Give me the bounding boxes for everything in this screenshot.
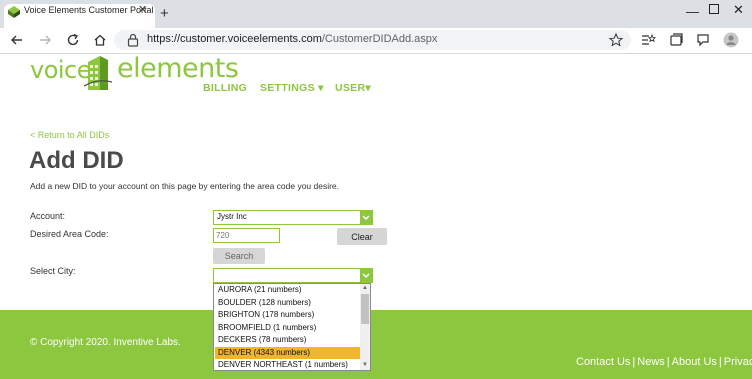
footer-privacy-link[interactable]: Privacy	[724, 356, 752, 368]
city-option[interactable]: BOULDER (128 numbers)	[215, 297, 360, 310]
city-option[interactable]: DENVER NORTHEAST (1 numbers)	[215, 359, 360, 370]
footer-separator: |	[666, 356, 670, 368]
close-tab-icon[interactable]: ✕	[138, 3, 147, 16]
tab-title: Voice Elements Customer Portal	[24, 5, 154, 15]
footer-links: Contact Us|News|About Us|Privacy	[576, 356, 752, 368]
footer-contact-link[interactable]: Contact Us	[576, 356, 630, 368]
page-description: Add a new DID to your account on this pa…	[30, 181, 340, 191]
city-dropdown-list[interactable]: AURORA (21 numbers) BOULDER (128 numbers…	[213, 283, 371, 371]
chevron-down-icon[interactable]	[360, 269, 372, 282]
site-favicon-icon	[8, 6, 20, 18]
new-tab-icon[interactable]: +	[160, 6, 169, 21]
footer-separator: |	[632, 356, 636, 368]
clear-button[interactable]: Clear	[337, 228, 387, 245]
city-option[interactable]: BROOMFIELD (1 numbers)	[215, 322, 360, 335]
account-select[interactable]: Jystr Inc	[213, 210, 373, 225]
nav-billing[interactable]: BILLING	[203, 82, 247, 94]
city-option[interactable]: DECKERS (78 numbers)	[215, 334, 360, 347]
forward-arrow-icon[interactable]	[38, 33, 52, 47]
favorite-star-icon[interactable]	[608, 32, 624, 48]
account-select-value: Jystr Inc	[217, 212, 247, 221]
search-button[interactable]: Search	[213, 248, 265, 264]
footer-about-link[interactable]: About Us	[672, 356, 717, 368]
scroll-up-arrow-icon[interactable]: ▲	[361, 284, 369, 293]
favorites-list-icon[interactable]	[640, 32, 656, 48]
scroll-down-arrow-icon[interactable]: ▼	[361, 361, 369, 370]
nav-user[interactable]: USER▾	[335, 82, 371, 94]
city-select[interactable]	[213, 268, 373, 283]
return-to-dids-link[interactable]: < Return to All DIDs	[30, 130, 109, 140]
profile-avatar-icon[interactable]	[723, 32, 739, 48]
select-city-label: Select City:	[30, 266, 76, 276]
reload-icon[interactable]	[66, 33, 80, 47]
collections-icon[interactable]	[668, 32, 684, 48]
footer-news-link[interactable]: News	[637, 356, 665, 368]
minimize-window-icon[interactable]: —	[686, 4, 699, 19]
home-icon[interactable]	[93, 33, 107, 47]
chevron-down-icon[interactable]	[360, 211, 372, 224]
feedback-icon[interactable]	[695, 32, 711, 48]
scrollbar-thumb[interactable]	[361, 294, 369, 324]
city-option-selected[interactable]: DENVER (4343 numbers)	[215, 346, 360, 359]
dropdown-scrollbar[interactable]: ▲ ▼	[360, 284, 370, 370]
lock-icon	[127, 33, 139, 47]
logo-elements-text: elements	[117, 53, 239, 84]
area-code-label: Desired Area Code:	[30, 229, 109, 239]
url-text[interactable]: https://customer.voiceelements.com/Custo…	[147, 33, 437, 45]
nav-settings[interactable]: SETTINGS ▾	[260, 82, 324, 94]
logo-building-icon	[84, 56, 112, 90]
logo-voice-text: voice	[30, 56, 92, 84]
url-host: https://customer.voiceelements.com	[147, 33, 322, 45]
maximize-window-icon[interactable]	[709, 4, 719, 14]
footer-separator: |	[718, 356, 722, 368]
city-option[interactable]: AURORA (21 numbers)	[215, 284, 360, 297]
url-path: /CustomerDIDAdd.aspx	[321, 33, 438, 45]
back-arrow-icon[interactable]	[10, 33, 24, 47]
area-code-input[interactable]	[213, 228, 280, 243]
city-option[interactable]: BRIGHTON (178 numbers)	[215, 309, 360, 322]
copyright-text: © Copyright 2020. Inventive Labs.	[30, 337, 181, 348]
close-window-icon[interactable]: ✕	[733, 2, 744, 18]
account-label: Account:	[30, 211, 66, 221]
page-title: Add DID	[29, 147, 124, 174]
